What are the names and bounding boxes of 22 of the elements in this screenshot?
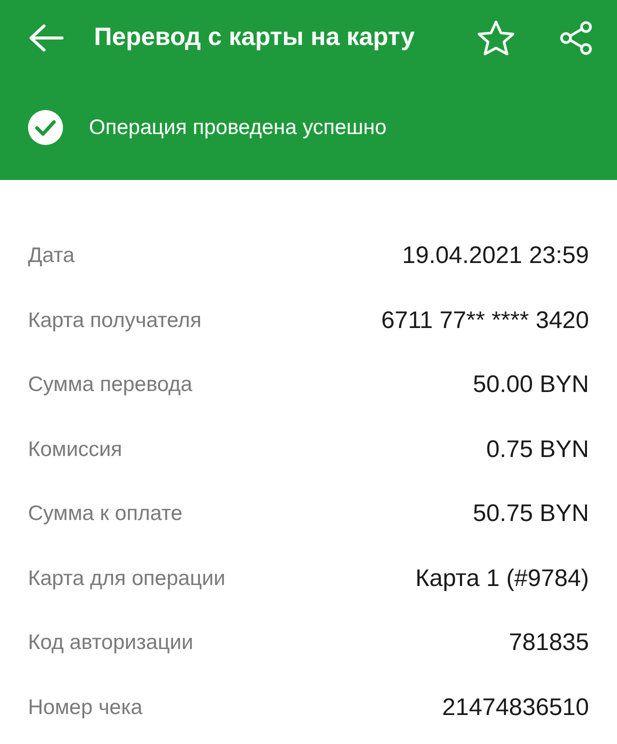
detail-value: 21474836510 [442,694,589,722]
detail-value: 6711 77** **** 3420 [381,306,589,335]
back-button[interactable] [28,22,64,52]
detail-value: 0.75 BYN [486,436,589,464]
detail-value: 781835 [508,629,589,658]
detail-label: Код авторизации [28,631,194,656]
detail-label: Сумма перевода [28,373,192,398]
detail-label: Номер чека [28,696,142,720]
check-circle-icon [28,110,63,145]
detail-value: 50.75 BYN [472,500,589,528]
detail-value: Карта 1 (#9784) [415,564,589,593]
detail-label: Комиссия [28,438,122,462]
detail-label: Карта для операции [28,566,226,591]
favorite-button[interactable] [477,20,515,56]
detail-label: Дата [28,244,75,268]
status-message: Операция проведена успешно [89,116,387,140]
share-button[interactable] [559,20,593,54]
detail-label: Карта получателя [28,308,202,333]
screen-title: Перевод с карты на карту [94,23,416,52]
detail-value: 19.04.2021 23:59 [402,242,589,270]
detail-value: 50.00 BYN [472,371,589,400]
detail-label: Сумма к оплате [28,502,182,526]
